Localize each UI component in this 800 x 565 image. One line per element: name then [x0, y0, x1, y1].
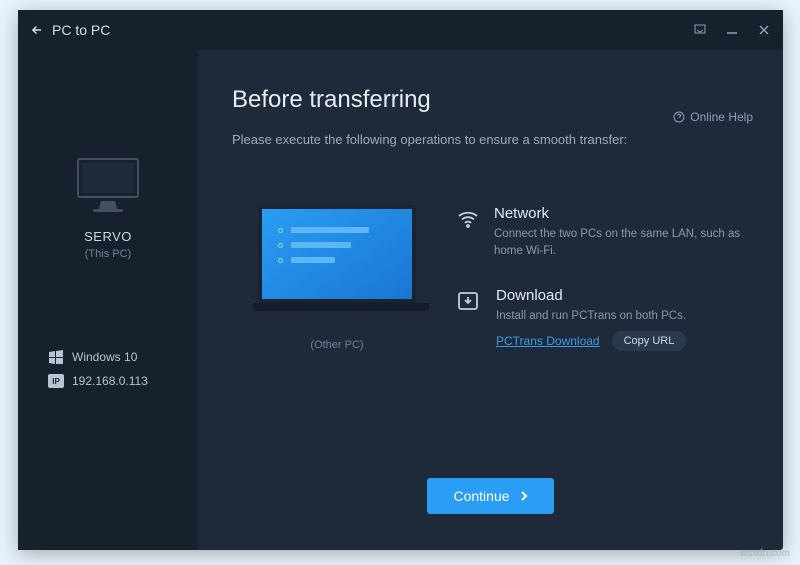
back-arrow-icon [30, 23, 44, 37]
monitor-icon [73, 155, 143, 215]
ip-info: IP 192.168.0.113 [48, 374, 198, 388]
page-title: Before transferring [232, 86, 749, 114]
app-window: PC to PC SERVO (This PC) [18, 10, 783, 550]
continue-label: Continue [453, 488, 509, 504]
title-text: PC to PC [52, 22, 110, 38]
ip-label: 192.168.0.113 [72, 374, 148, 388]
chevron-right-icon [520, 490, 528, 502]
os-info: Windows 10 [48, 350, 198, 364]
download-desc: Install and run PCTrans on both PCs. [496, 308, 686, 325]
pctrans-download-link[interactable]: PCTrans Download [496, 334, 600, 348]
help-label: Online Help [690, 110, 753, 124]
network-section: Network Connect the two PCs on the same … [456, 205, 749, 261]
main-panel: Before transferring Please execute the f… [198, 50, 783, 550]
download-icon [456, 287, 482, 351]
window-controls [693, 23, 771, 37]
minimize-button[interactable] [725, 23, 739, 37]
network-title: Network [494, 205, 749, 222]
dropdown-button[interactable] [693, 23, 707, 37]
help-icon [673, 111, 685, 123]
online-help-link[interactable]: Online Help [673, 110, 753, 124]
page-subtitle: Please execute the following operations … [232, 132, 749, 147]
titlebar: PC to PC [18, 10, 783, 50]
ip-icon: IP [48, 374, 64, 388]
back-button[interactable]: PC to PC [30, 22, 110, 38]
laptop-illustration [253, 205, 421, 317]
laptop-label: (Other PC) [310, 339, 363, 351]
download-title: Download [496, 287, 686, 304]
continue-button[interactable]: Continue [427, 478, 553, 514]
wifi-icon [456, 205, 480, 261]
os-label: Windows 10 [72, 350, 137, 364]
pc-name: SERVO [84, 229, 132, 244]
network-desc: Connect the two PCs on the same LAN, suc… [494, 226, 749, 261]
sidebar: SERVO (This PC) Windows 10 IP 192.168.0.… [18, 50, 198, 550]
pc-sublabel: (This PC) [85, 248, 131, 260]
close-button[interactable] [757, 23, 771, 37]
copy-url-button[interactable]: Copy URL [612, 331, 687, 351]
windows-icon [48, 350, 64, 364]
watermark: wsxdn.com [740, 548, 790, 559]
download-section: Download Install and run PCTrans on both… [456, 287, 749, 351]
